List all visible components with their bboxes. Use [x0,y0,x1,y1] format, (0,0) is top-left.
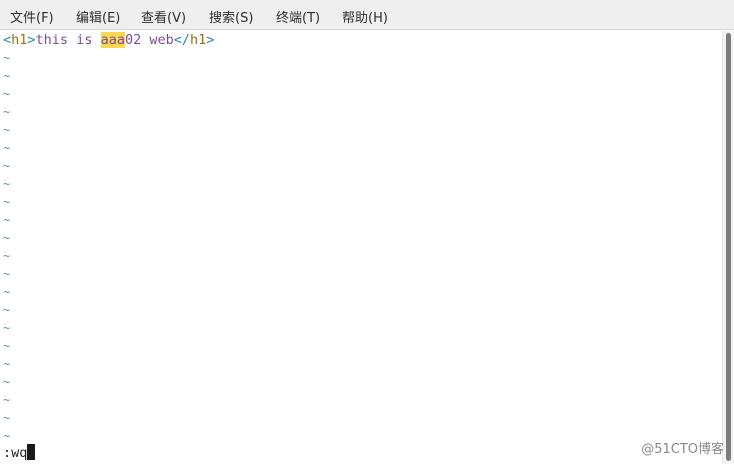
empty-line-tilde: ~ [3,375,11,389]
terminal-window: 文件(F) 编辑(E) 查看(V) 搜索(S) 终端(T) 帮助(H) <h1>… [0,0,734,464]
empty-line-tilde: ~ [3,303,11,317]
vim-editor-area[interactable]: <h1>this is aaa02 web</h1> ~ ~ ~ ~ ~ ~ ~… [0,31,722,464]
empty-line-tilde: ~ [3,105,11,119]
empty-line-tilde: ~ [3,321,11,335]
line-text-after: 02 web [124,32,174,48]
empty-line-tilde: ~ [3,195,11,209]
menu-bar: 文件(F) 编辑(E) 查看(V) 搜索(S) 终端(T) 帮助(H) [0,0,734,30]
menu-view[interactable]: 查看(V) [141,7,186,26]
empty-line-tilde: ~ [3,69,11,83]
empty-line-tilde: ~ [3,249,11,263]
command-text: :wq [3,445,28,461]
search-highlight: aaa [100,32,125,48]
empty-line-tilde: ~ [3,123,11,137]
editor-line-1: <h1>this is aaa02 web</h1> [3,31,214,49]
end-tag-name-h1: h1 [190,32,207,48]
empty-line-tilde: ~ [3,141,11,155]
tag-name-h1: h1 [11,32,28,48]
empty-line-tilde: ~ [3,177,11,191]
menu-search[interactable]: 搜索(S) [209,7,253,26]
empty-line-tilde: ~ [3,411,11,425]
tag-open-bracket: < [3,32,12,48]
line-text-before: this is [35,32,101,48]
empty-line-tilde: ~ [3,213,11,227]
scrollbar-thumb[interactable] [726,33,731,461]
empty-line-tilde: ~ [3,393,11,407]
menu-help[interactable]: 帮助(H) [342,7,388,26]
empty-line-tilde: ~ [3,231,11,245]
menu-file[interactable]: 文件(F) [10,7,54,26]
vertical-scrollbar[interactable] [722,31,734,464]
empty-line-tilde: ~ [3,339,11,353]
empty-line-tilde: ~ [3,429,11,443]
empty-line-tilde: ~ [3,159,11,173]
command-line[interactable]: :wq [3,444,36,462]
empty-line-tilde: ~ [3,87,11,101]
end-tag-close-bracket: > [206,32,215,48]
empty-line-tilde: ~ [3,285,11,299]
text-cursor [27,444,36,460]
watermark-text: @51CTO博客 [641,442,724,457]
empty-line-tilde: ~ [3,267,11,281]
tag-close-bracket: > [27,32,36,48]
empty-line-tilde: ~ [3,51,11,65]
end-tag-open-bracket: </ [173,32,191,48]
menu-terminal[interactable]: 终端(T) [276,7,320,26]
empty-line-tilde: ~ [3,357,11,371]
menu-edit[interactable]: 编辑(E) [76,7,120,26]
